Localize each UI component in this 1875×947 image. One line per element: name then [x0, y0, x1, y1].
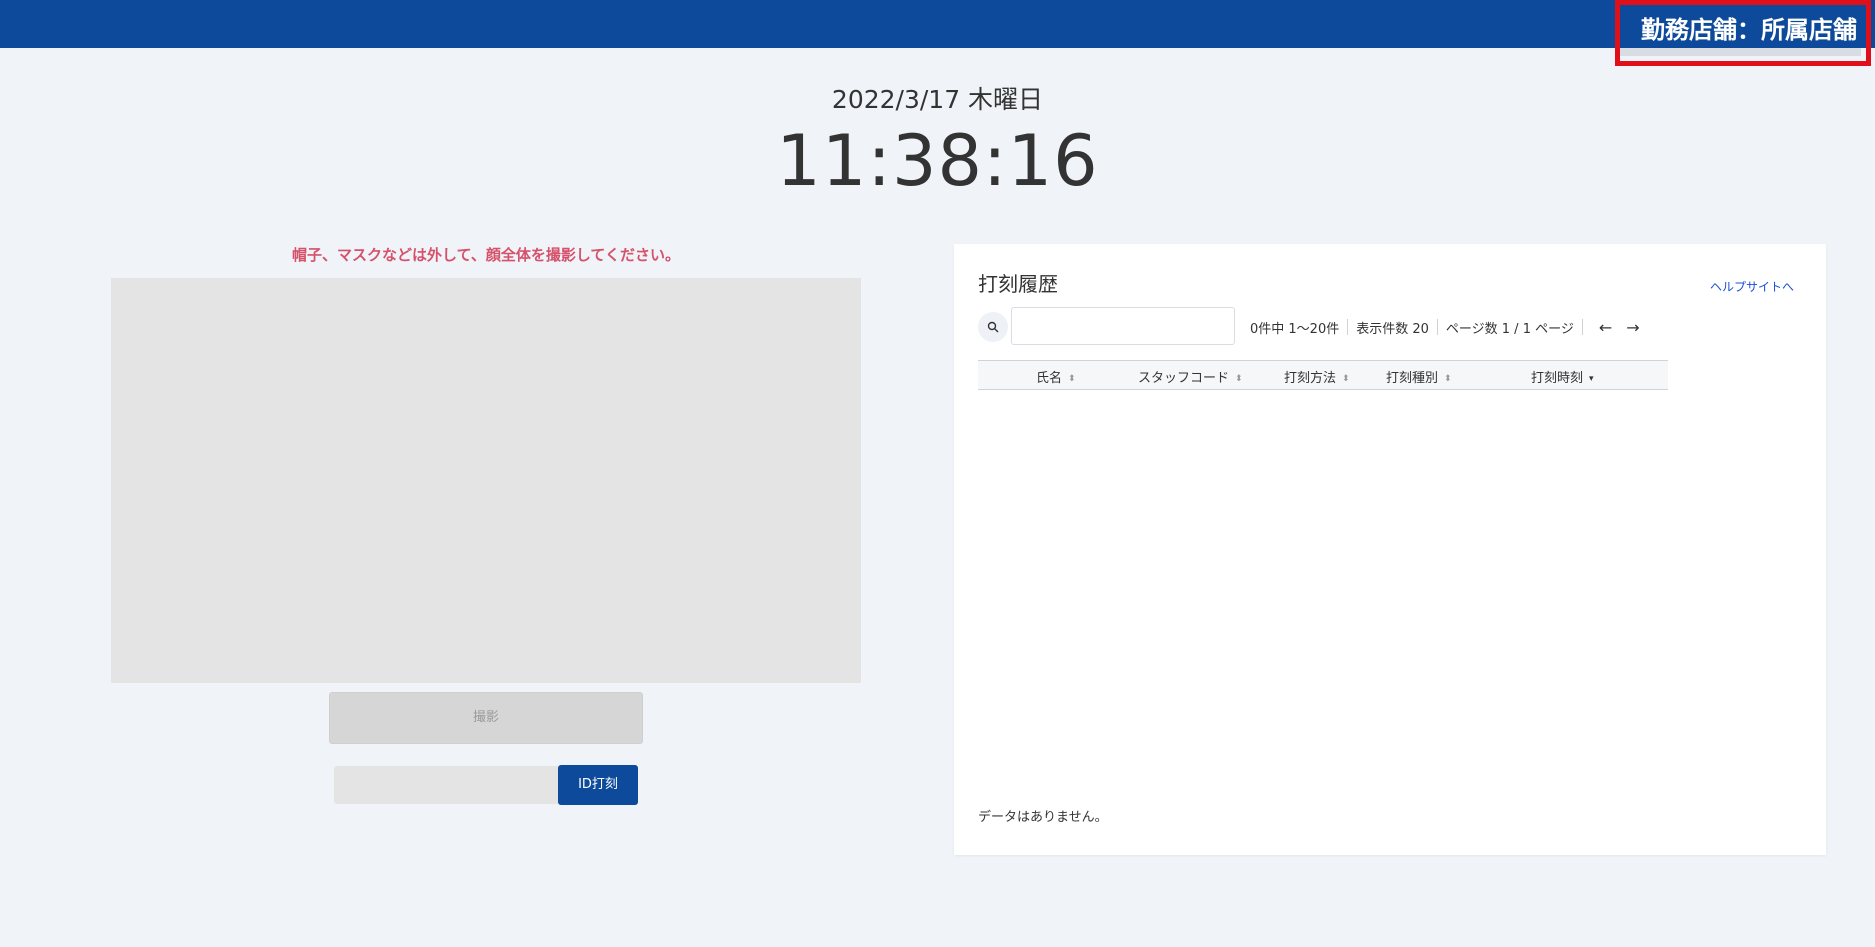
sort-icon[interactable]: ⬍	[1068, 374, 1076, 384]
sort-desc-icon[interactable]: ▾	[1589, 374, 1594, 384]
prev-page-icon[interactable]: ←	[1599, 318, 1612, 337]
store-highlight-frame	[1615, 0, 1871, 66]
divider	[1436, 319, 1438, 335]
shoot-button[interactable]: 撮影	[329, 692, 643, 744]
sort-icon[interactable]: ⬍	[1444, 374, 1452, 384]
table-header: 氏名 ⬍ スタッフコード ⬍ 打刻方法 ⬍ 打刻種別 ⬍ 打刻時刻 ▾	[978, 360, 1668, 390]
column-header-punch-method[interactable]: 打刻方法 ⬍	[1284, 367, 1350, 386]
column-header-punch-type[interactable]: 打刻種別 ⬍	[1386, 367, 1452, 386]
history-title: 打刻履歴	[978, 272, 1058, 296]
camera-preview	[111, 278, 861, 683]
record-count: 0件中 1〜20件	[1250, 321, 1340, 337]
sort-icon[interactable]: ⬍	[1342, 374, 1350, 384]
current-time: 11:38:16	[776, 120, 1099, 202]
history-search-input[interactable]	[1011, 307, 1235, 345]
search-icon[interactable]	[978, 312, 1008, 342]
divider	[1581, 319, 1583, 335]
page-count: ページ数 1 / 1 ページ	[1445, 321, 1574, 337]
pagination: 0件中 1〜20件 表示件数 20 ページ数 1 / 1 ページ ← →	[1250, 317, 1646, 337]
column-header-staff-code[interactable]: スタッフコード ⬍	[1138, 367, 1243, 386]
divider	[1347, 319, 1349, 335]
empty-message: データはありません。	[978, 810, 1108, 825]
top-bar	[0, 0, 1875, 48]
column-header-punch-time[interactable]: 打刻時刻 ▾	[1531, 367, 1594, 386]
next-page-icon[interactable]: →	[1626, 318, 1639, 337]
id-input[interactable]	[334, 766, 558, 804]
current-date: 2022/3/17 木曜日	[831, 85, 1044, 114]
per-page[interactable]: 表示件数 20	[1356, 318, 1429, 337]
help-link[interactable]: ヘルプサイトへ	[1710, 278, 1794, 295]
sort-icon[interactable]: ⬍	[1235, 374, 1243, 384]
id-punch-button[interactable]: ID打刻	[558, 765, 638, 805]
camera-notice: 帽子、マスクなどは外して、顔全体を撮影してください。	[292, 246, 680, 264]
column-header-name[interactable]: 氏名 ⬍	[1036, 367, 1076, 386]
history-panel: 打刻履歴 ヘルプサイトへ 0件中 1〜20件 表示件数 20 ページ数 1 / …	[954, 244, 1826, 855]
